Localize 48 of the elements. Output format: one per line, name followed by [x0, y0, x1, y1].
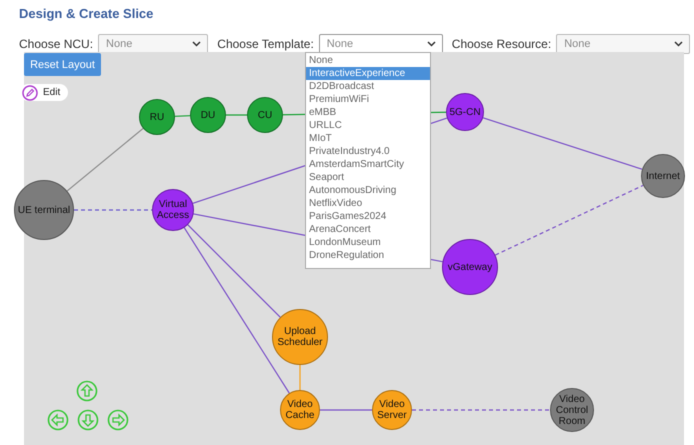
page-title: Design & Create Slice: [19, 5, 154, 23]
dropdown-field[interactable]: None: [318, 34, 443, 54]
network-node[interactable]: CU: [247, 97, 283, 133]
network-node[interactable]: Virtual Access: [152, 189, 194, 231]
network-node[interactable]: Video Cache: [280, 390, 320, 430]
dropdown-option[interactable]: ParisGames2024: [306, 210, 430, 223]
dropdown-option[interactable]: ArenaConcert: [306, 223, 430, 236]
field-label: Choose Template:: [217, 37, 314, 51]
chevron-icon: [674, 41, 683, 47]
field-label: Choose NCU:: [19, 37, 94, 51]
edit-button[interactable]: Edit: [20, 84, 68, 101]
network-node[interactable]: Video Control Room: [550, 388, 594, 432]
arrow-button[interactable]: [76, 380, 98, 402]
dropdown-option[interactable]: MIoT: [306, 132, 430, 145]
network-node[interactable]: RU: [139, 99, 175, 135]
network-node[interactable]: Internet: [641, 154, 685, 198]
field-label: Choose Resource:: [452, 37, 552, 51]
network-node[interactable]: UE terminal: [14, 180, 74, 240]
dropdown-option[interactable]: PrivateIndustry4.0: [306, 145, 430, 158]
reset-layout-button[interactable]: Reset Layout: [24, 53, 101, 76]
connector-line: [320, 409, 372, 411]
network-node[interactable]: vGateway: [442, 239, 498, 295]
dropdown-option[interactable]: None: [306, 54, 430, 67]
dropdown-option[interactable]: D2DBroadcast: [306, 80, 430, 93]
network-node[interactable]: Upload Scheduler: [272, 309, 328, 365]
chevron-icon: [192, 41, 202, 47]
network-node[interactable]: DU: [190, 97, 226, 133]
dropdown-option[interactable]: NetflixVideo: [306, 197, 430, 210]
dropdown-field[interactable]: None: [556, 34, 690, 54]
dropdown-option[interactable]: AutonomousDriving: [306, 184, 430, 197]
dropdown-option[interactable]: LondonMuseum: [306, 236, 430, 249]
dropdown-option[interactable]: Seaport: [306, 171, 430, 184]
network-node[interactable]: Video Server: [372, 390, 412, 430]
dropdown-option[interactable]: InteractiveExperience: [306, 67, 430, 80]
arrow-button[interactable]: [77, 409, 99, 431]
dropdown-option[interactable]: eMBB: [306, 106, 430, 119]
arrow-button[interactable]: [47, 409, 69, 431]
dropdown-option[interactable]: PremiumWiFi: [306, 93, 430, 106]
dropdown-option[interactable]: AmsterdamSmartCity: [306, 158, 430, 171]
network-node[interactable]: 5G-CN: [446, 93, 484, 131]
arrow-button[interactable]: [107, 409, 129, 431]
dropdown-option[interactable]: URLLC: [306, 119, 430, 132]
chevron-icon: [426, 41, 436, 47]
dropdown-field[interactable]: None: [98, 34, 208, 54]
dropdown-option[interactable]: DroneRegulation: [306, 249, 430, 262]
pencil-icon: [22, 84, 38, 100]
connector-line: [299, 365, 301, 390]
connector-line: [174, 115, 190, 117]
